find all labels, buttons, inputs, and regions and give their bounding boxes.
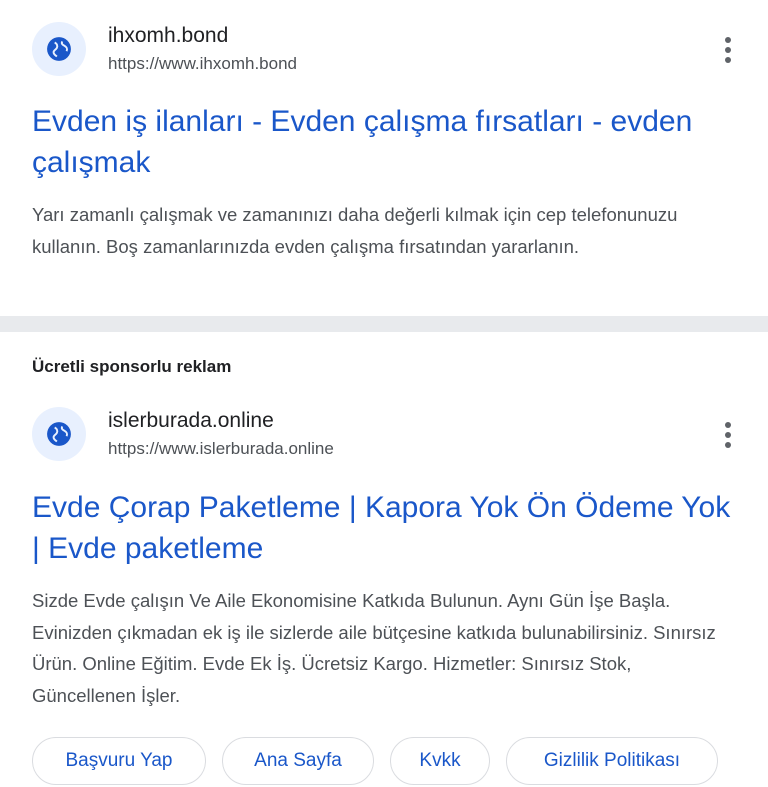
- site-name: ihxomh.bond: [108, 24, 229, 47]
- result-title-link[interactable]: Evde Çorap Paketleme | Kapora Yok Ön Öde…: [32, 487, 732, 569]
- sitelink-chip[interactable]: Başvuru Yap: [32, 737, 206, 785]
- site-header[interactable]: ihxomh.bond https://www.ihxomh.bond: [32, 22, 736, 78]
- sitelinks: Başvuru Yap Ana Sayfa Kvkk Gizlilik Poli…: [32, 737, 768, 787]
- globe-icon: [32, 22, 86, 76]
- sitelink-chip[interactable]: Gizlilik Politikası: [506, 737, 718, 785]
- result-description: Yarı zamanlı çalışmak ve zamanınızı daha…: [32, 204, 678, 257]
- site-url: https://www.ihxomh.bond: [108, 54, 297, 73]
- sitelink-chip[interactable]: Ana Sayfa: [222, 737, 374, 785]
- search-result-1: ihxomh.bond https://www.ihxomh.bond Evde…: [0, 0, 768, 316]
- site-name: islerburada.online: [108, 409, 274, 432]
- more-vertical-icon[interactable]: [716, 417, 740, 453]
- sitelink-chip[interactable]: Kvkk: [390, 737, 490, 785]
- sponsored-label: Ücretli sponsorlu reklam: [32, 357, 232, 376]
- more-vertical-icon[interactable]: [716, 32, 740, 68]
- result-title-link[interactable]: Evden iş ilanları - Evden çalışma fırsat…: [32, 101, 732, 183]
- search-result-2: islerburada.online https://www.islerbura…: [0, 400, 768, 768]
- globe-icon: [32, 407, 86, 461]
- results-divider: [0, 316, 768, 332]
- site-header[interactable]: islerburada.online https://www.islerbura…: [32, 407, 736, 463]
- result-description: Sizde Evde çalışın Ve Aile Ekonomisine K…: [32, 590, 716, 706]
- site-url: https://www.islerburada.online: [108, 439, 334, 458]
